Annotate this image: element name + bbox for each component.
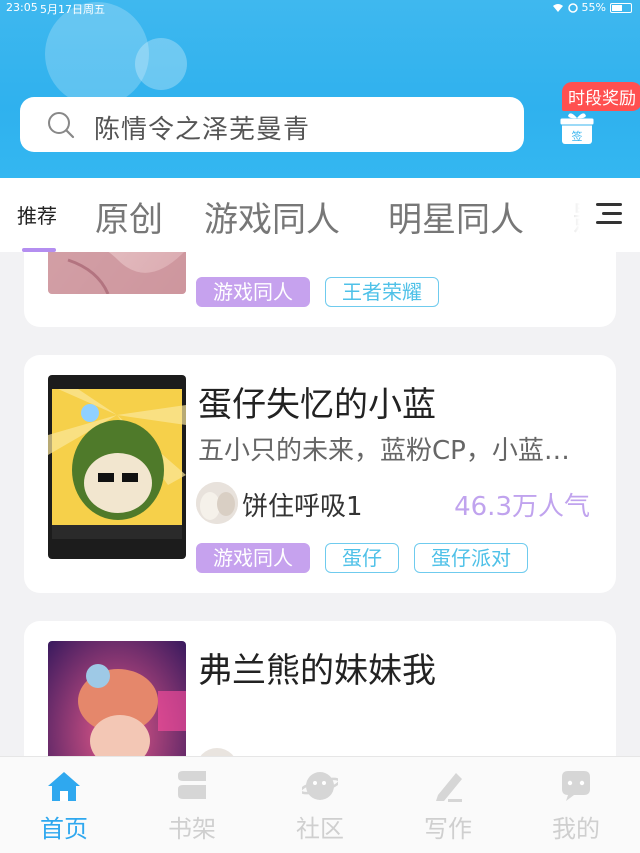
story-cover <box>48 375 186 559</box>
home-icon <box>48 772 80 801</box>
story-card[interactable]: 游戏同人 王者荣耀 <box>24 252 616 327</box>
profile-icon <box>562 771 590 801</box>
nav-bookshelf[interactable]: 书架 <box>152 769 232 844</box>
nav-label: 首页 <box>40 815 88 843</box>
bookshelf-icon <box>178 771 206 799</box>
battery-icon <box>610 2 632 13</box>
story-description: 五小只的未来，蓝粉CP，小蓝… <box>198 436 570 466</box>
status-bar: 23:05 5月17日周五 55% <box>0 0 640 16</box>
nav-write[interactable]: 写作 <box>408 769 488 844</box>
nav-community[interactable]: 社区 <box>280 769 360 844</box>
status-date: 5月17日周五 <box>40 3 105 16</box>
decorative-bubble <box>135 38 187 90</box>
story-card[interactable]: 蛋仔失忆的小蓝 五小只的未来，蓝粉CP，小蓝… 饼住呼吸1 46.3万人气 游戏… <box>24 355 616 593</box>
battery-percent: 55% <box>581 1 606 14</box>
story-title[interactable]: 蛋仔失忆的小蓝 <box>198 377 436 426</box>
tab-recommended[interactable]: 推荐 <box>17 200 57 229</box>
orientation-lock-icon <box>567 2 578 13</box>
gift-icon: 签 <box>560 113 594 144</box>
search-icon <box>48 112 75 139</box>
nav-label: 社区 <box>296 815 344 843</box>
reward-button[interactable]: 时段奖励 签 <box>558 82 640 148</box>
nav-label: 我的 <box>552 815 600 843</box>
tab-celebrity-fanfic[interactable]: 明星同人 <box>388 192 524 241</box>
search-input[interactable]: 陈情令之泽芜曼青 <box>94 109 310 146</box>
story-tag[interactable]: 游戏同人 <box>196 277 310 307</box>
header: 23:05 5月17日周五 55% 陈情令之泽芜曼青 时段奖励 签 <box>0 0 640 178</box>
story-cover <box>48 252 186 294</box>
story-card[interactable]: 弗兰熊的妹妹我 <box>24 621 616 761</box>
popularity-count: 46.3万人气 <box>454 492 590 522</box>
decorative-bubble <box>45 2 149 106</box>
story-title[interactable]: 弗兰熊的妹妹我 <box>198 643 436 692</box>
author-avatar <box>196 482 238 524</box>
write-icon <box>436 773 462 802</box>
tab-original[interactable]: 原创 <box>95 192 163 241</box>
story-tag[interactable]: 游戏同人 <box>196 543 310 573</box>
status-time: 23:05 <box>6 1 38 14</box>
search-bar[interactable]: 陈情令之泽芜曼青 <box>20 97 524 152</box>
category-tabs: 推荐 原创 游戏同人 明星同人 影视 <box>0 178 640 252</box>
category-menu-icon[interactable] <box>594 200 624 228</box>
story-tag[interactable]: 王者荣耀 <box>325 277 439 307</box>
bottom-navigation: 首页 书架 社区 写作 我的 <box>0 756 640 853</box>
tabs-fade <box>540 178 640 252</box>
gift-text: 签 <box>572 129 583 143</box>
wifi-icon <box>552 3 563 12</box>
community-icon <box>302 772 338 800</box>
reward-label: 时段奖励 <box>562 82 640 111</box>
nav-label: 写作 <box>424 815 472 843</box>
story-tag[interactable]: 蛋仔 <box>325 543 399 573</box>
nav-home[interactable]: 首页 <box>24 769 104 844</box>
author-name: 饼住呼吸1 <box>242 492 363 522</box>
nav-label: 书架 <box>168 815 216 843</box>
story-tag[interactable]: 蛋仔派对 <box>414 543 528 573</box>
nav-profile[interactable]: 我的 <box>536 769 616 844</box>
status-indicators: 55% <box>552 1 632 14</box>
story-cover <box>48 641 186 761</box>
tab-game-fanfic[interactable]: 游戏同人 <box>204 192 340 241</box>
